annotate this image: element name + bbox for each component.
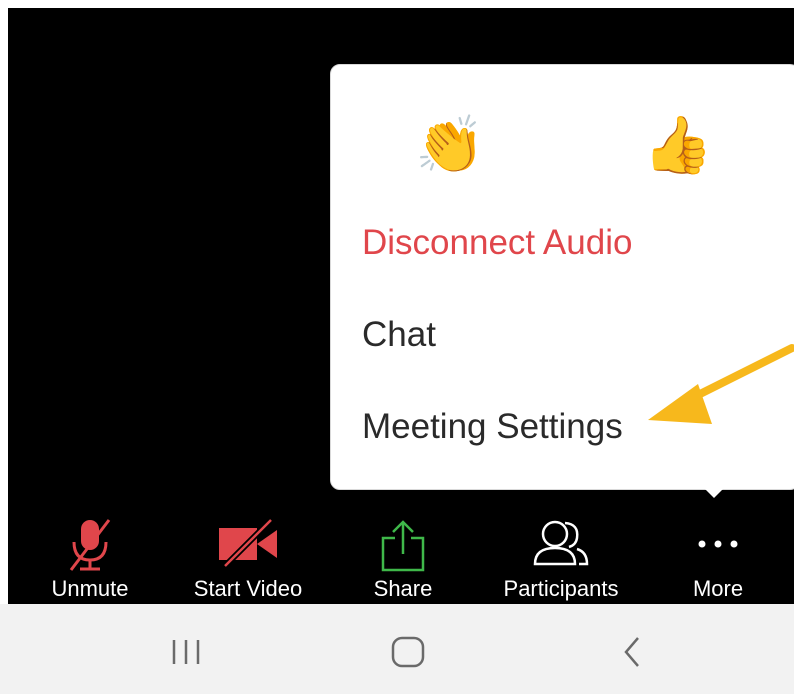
- share-button[interactable]: Share: [348, 506, 458, 604]
- start-video-label: Start Video: [193, 576, 303, 601]
- participants-button[interactable]: Participants: [486, 506, 636, 604]
- unmute-label: Unmute: [51, 576, 129, 601]
- menu-item-meeting-settings[interactable]: Meeting Settings: [362, 407, 623, 447]
- recents-icon[interactable]: [156, 632, 216, 672]
- top-edge: [8, 0, 794, 8]
- system-navigation-bar: [0, 604, 794, 694]
- menu-pointer: [700, 484, 728, 498]
- menu-item-disconnect-audio[interactable]: Disconnect Audio: [362, 223, 632, 263]
- more-button[interactable]: More: [658, 506, 778, 604]
- participants-icon: [533, 520, 589, 566]
- menu-item-chat[interactable]: Chat: [362, 315, 436, 355]
- video-off-icon: [219, 518, 277, 568]
- home-icon[interactable]: [378, 632, 438, 672]
- unmute-button[interactable]: Unmute: [30, 506, 150, 604]
- clap-reaction-button[interactable]: 👏: [415, 115, 485, 175]
- zoom-meeting-screen: 👏 👍 Disconnect Audio Chat Meeting Settin…: [0, 0, 794, 694]
- share-upload-icon: [381, 520, 425, 572]
- back-icon[interactable]: [602, 632, 662, 672]
- more-label: More: [692, 576, 744, 601]
- thumbs-up-reaction-button[interactable]: 👍: [643, 115, 713, 175]
- microphone-muted-icon: [69, 519, 111, 571]
- more-dots-icon: [698, 540, 738, 548]
- meeting-toolbar: Unmute Start Video Share Participants Mo…: [8, 506, 794, 604]
- share-label: Share: [373, 576, 433, 601]
- start-video-button[interactable]: Start Video: [178, 506, 318, 604]
- annotation-arrow-icon: [648, 344, 794, 424]
- participants-label: Participants: [503, 576, 619, 601]
